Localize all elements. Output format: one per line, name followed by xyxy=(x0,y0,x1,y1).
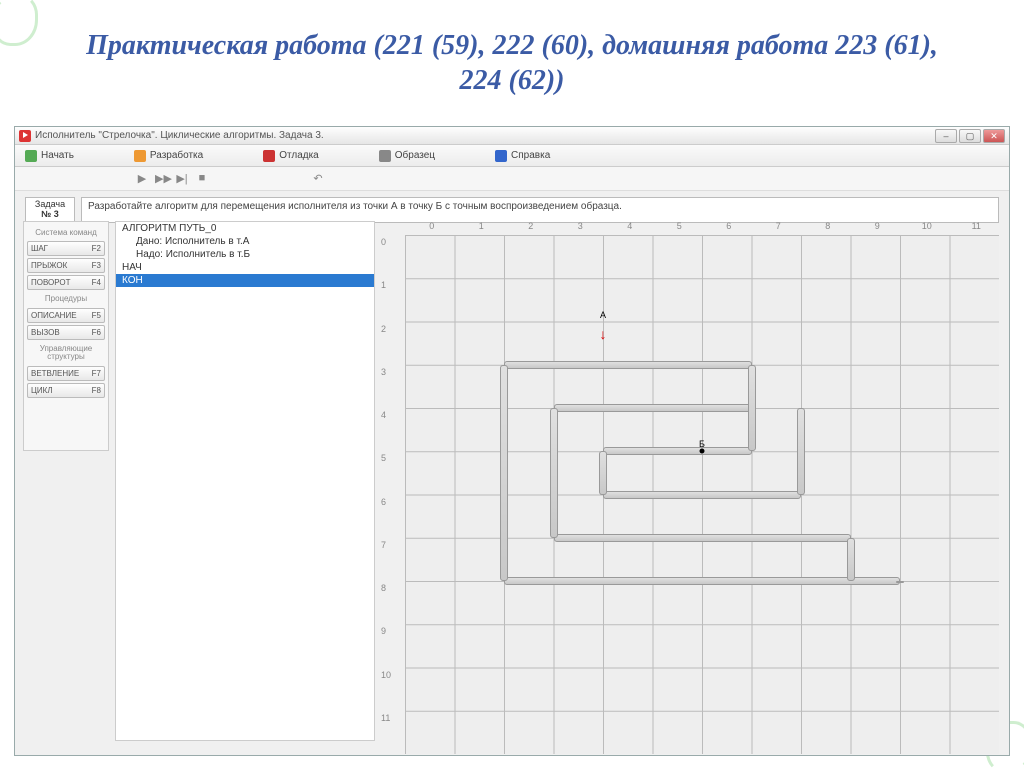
axis-y: 01234567891011 xyxy=(381,237,403,756)
axis-tick: 8 xyxy=(803,221,853,235)
titlebar: Исполнитель "Стрелочка". Циклические алг… xyxy=(15,127,1009,145)
cmd-branch[interactable]: ВЕТВЛЕНИЕF7 xyxy=(27,366,105,381)
menu-debug[interactable]: Отладка xyxy=(263,150,319,162)
wall-segment xyxy=(748,365,756,452)
code-line: НАЧ xyxy=(116,261,374,274)
wall-segment xyxy=(847,538,855,581)
play-icon xyxy=(25,150,37,162)
axis-tick: 6 xyxy=(704,221,754,235)
fast-forward-icon[interactable]: ▶▶ xyxy=(155,172,169,186)
code-line-selected: КОН xyxy=(116,274,374,287)
work-area: Система команд ШАГF2 ПРЫЖОКF3 ПОВОРОТF4 … xyxy=(15,219,1009,755)
maximize-button[interactable]: ▢ xyxy=(959,129,981,143)
axis-tick: 10 xyxy=(902,221,952,235)
stop-icon[interactable]: ■ xyxy=(195,172,209,186)
wall-segment xyxy=(603,447,752,455)
code-line: АЛГОРИТМ ПУТЬ_0 xyxy=(116,222,374,235)
axis-tick: 8 xyxy=(381,583,403,626)
cmd-jump[interactable]: ПРЫЖОКF3 xyxy=(27,258,105,273)
axis-tick: 3 xyxy=(381,367,403,410)
code-line: Надо: Исполнитель в т.Б xyxy=(116,248,374,261)
axis-tick: 2 xyxy=(506,221,556,235)
cmd-section-system: Система команд xyxy=(27,229,105,237)
point-b-dot xyxy=(700,449,705,454)
wall-segment xyxy=(554,534,851,542)
wall-segment xyxy=(599,451,607,494)
command-panel: Система команд ШАГF2 ПРЫЖОКF3 ПОВОРОТF4 … xyxy=(23,221,109,451)
axis-tick: 5 xyxy=(655,221,705,235)
develop-icon xyxy=(134,150,146,162)
cmd-section-ctrl: Управляющие структуры xyxy=(27,345,105,362)
cmd-call[interactable]: ВЫЗОВF6 xyxy=(27,325,105,340)
code-line: Дано: Исполнитель в т.А xyxy=(116,235,374,248)
sample-icon xyxy=(379,150,391,162)
cmd-turn[interactable]: ПОВОРОТF4 xyxy=(27,275,105,290)
axis-tick: 7 xyxy=(754,221,804,235)
wall-segment xyxy=(504,361,752,369)
axis-tick: 9 xyxy=(381,626,403,669)
cmd-loop[interactable]: ЦИКЛF8 xyxy=(27,383,105,398)
wall-segment xyxy=(504,577,900,585)
play-icon[interactable]: ▶ xyxy=(135,172,149,186)
menu-debug-label: Отладка xyxy=(279,150,319,161)
point-a-label: А xyxy=(600,310,606,320)
axis-tick: 1 xyxy=(457,221,507,235)
axis-tick: 6 xyxy=(381,497,403,540)
axis-tick: 0 xyxy=(381,237,403,280)
menu-start-label: Начать xyxy=(41,150,74,161)
cmd-section-proc: Процедуры xyxy=(27,295,105,303)
axis-tick: 4 xyxy=(605,221,655,235)
executor-arrow-icon: ↓ xyxy=(600,326,607,342)
axis-tick: 7 xyxy=(381,540,403,583)
axis-tick: 9 xyxy=(853,221,903,235)
menu-develop-label: Разработка xyxy=(150,150,203,161)
axis-tick: 2 xyxy=(381,324,403,367)
axis-tick: 5 xyxy=(381,453,403,496)
axis-tick: 0 xyxy=(407,221,457,235)
axis-tick: 3 xyxy=(556,221,606,235)
menubar: Начать Разработка Отладка Образец Справк… xyxy=(15,145,1009,167)
wall-segment xyxy=(603,491,801,499)
debug-icon xyxy=(263,150,275,162)
help-icon xyxy=(495,150,507,162)
grid-panel: 01234567891011 01234567891011 А↓Б xyxy=(381,221,1001,756)
axis-tick: 4 xyxy=(381,410,403,453)
wall-segment xyxy=(797,408,805,495)
menu-develop[interactable]: Разработка xyxy=(134,150,203,162)
menu-sample[interactable]: Образец xyxy=(379,150,435,162)
menu-start[interactable]: Начать xyxy=(25,150,74,162)
axis-tick: 11 xyxy=(381,713,403,756)
cmd-describe[interactable]: ОПИСАНИЕF5 xyxy=(27,308,105,323)
wall-segment xyxy=(500,365,508,581)
axis-x: 01234567891011 xyxy=(407,221,1001,235)
window-title: Исполнитель "Стрелочка". Циклические алг… xyxy=(35,130,931,141)
app-window: Исполнитель "Стрелочка". Циклические алг… xyxy=(14,126,1010,756)
skip-icon[interactable]: ▶| xyxy=(175,172,189,186)
grid-canvas[interactable]: А ↓ Б xyxy=(405,235,999,754)
toolbar: ▶ ▶▶ ▶| ■ ↶ xyxy=(15,167,1009,191)
cmd-step[interactable]: ШАГF2 xyxy=(27,241,105,256)
slide-title: Практическая работа (221 (59), 222 (60),… xyxy=(0,0,1024,110)
code-panel[interactable]: АЛГОРИТМ ПУТЬ_0 Дано: Исполнитель в т.А … xyxy=(115,221,375,741)
menu-sample-label: Образец xyxy=(395,150,435,161)
axis-tick: 11 xyxy=(952,221,1002,235)
point-b-label: Б xyxy=(699,439,705,449)
wall-segment xyxy=(554,404,752,412)
axis-tick: 1 xyxy=(381,280,403,323)
undo-icon[interactable]: ↶ xyxy=(311,172,325,186)
app-icon xyxy=(19,130,31,142)
menu-help[interactable]: Справка xyxy=(495,150,550,162)
close-button[interactable]: ✕ xyxy=(983,129,1005,143)
minimize-button[interactable]: – xyxy=(935,129,957,143)
axis-tick: 10 xyxy=(381,670,403,713)
wall-segment xyxy=(550,408,558,538)
menu-help-label: Справка xyxy=(511,150,550,161)
wall-segment xyxy=(896,581,904,583)
